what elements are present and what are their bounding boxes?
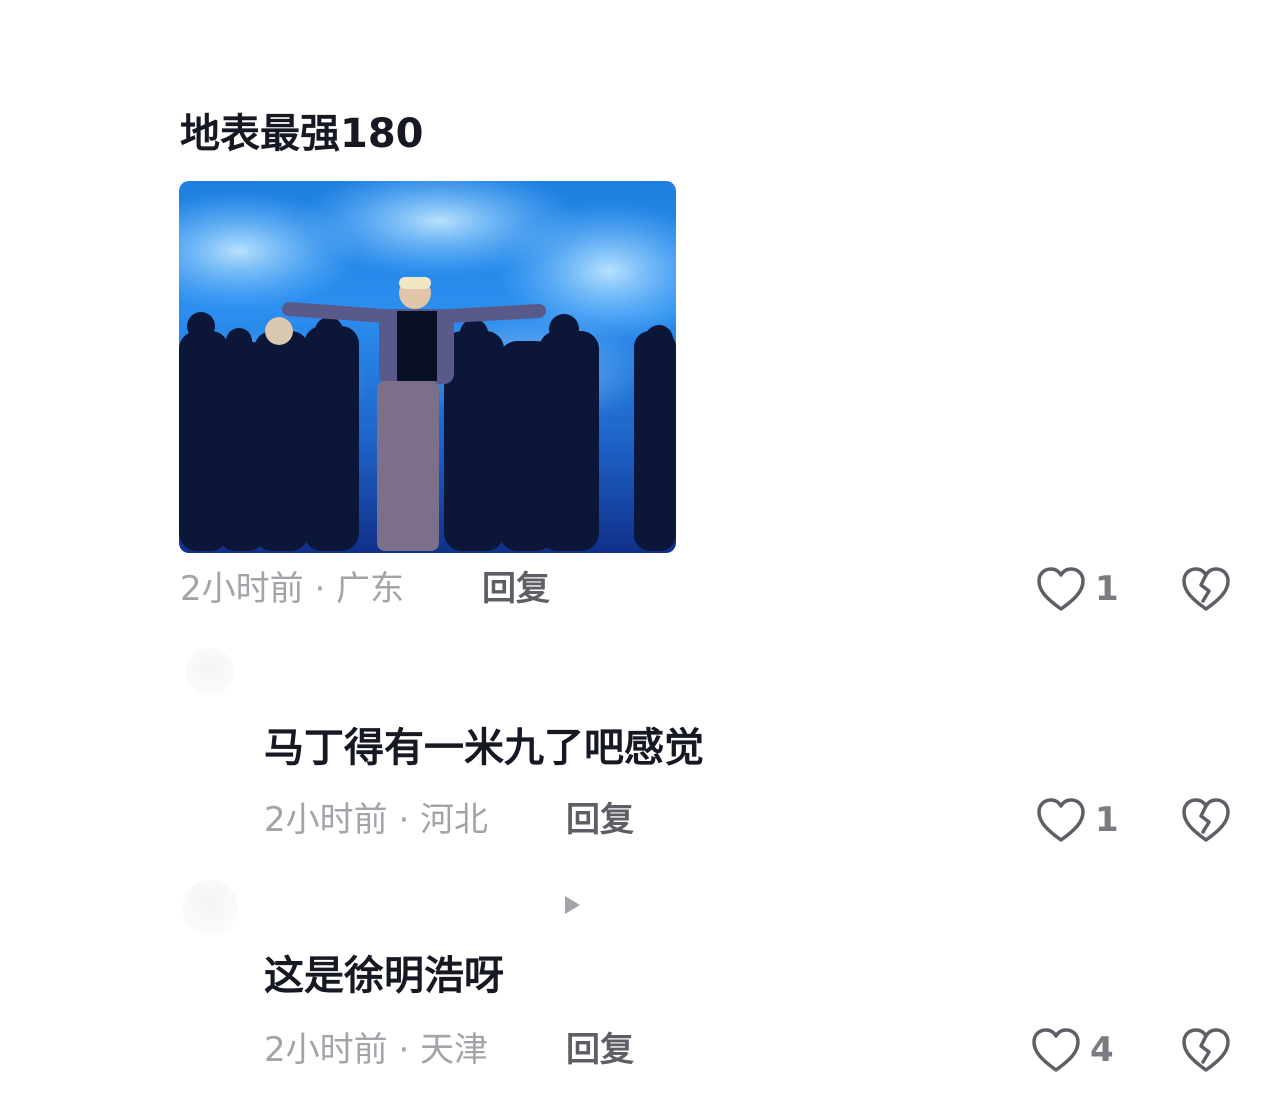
broken-heart-icon: [1182, 567, 1230, 611]
reply-text: 这是徐明浩呀: [264, 953, 504, 999]
like-button[interactable]: 4: [1030, 1026, 1114, 1074]
comment-meta: 2小时前 · 广东: [180, 569, 405, 609]
like-count: 1: [1095, 800, 1119, 840]
broken-heart-icon: [1182, 1028, 1230, 1072]
dislike-button[interactable]: [1180, 565, 1232, 617]
like-count: 1: [1095, 569, 1119, 609]
heart-outline-icon: [1032, 1028, 1080, 1072]
dislike-button[interactable]: [1180, 1026, 1232, 1078]
comment-text: 地表最强180: [180, 111, 424, 157]
like-count: 4: [1090, 1030, 1114, 1070]
like-button[interactable]: 1: [1035, 565, 1119, 613]
play-triangle-icon[interactable]: [560, 893, 584, 921]
avatar[interactable]: [186, 648, 234, 696]
stage-photo-illustration: [179, 181, 676, 551]
like-button[interactable]: 1: [1035, 796, 1119, 844]
dislike-button[interactable]: [1180, 796, 1232, 848]
comment-meta: 2小时前 · 天津: [264, 1030, 489, 1070]
reply-button[interactable]: 回复: [566, 1028, 634, 1072]
broken-heart-icon: [1182, 798, 1230, 842]
heart-outline-icon: [1037, 798, 1085, 842]
comment-image[interactable]: [179, 181, 676, 553]
comment-meta: 2小时前 · 河北: [264, 800, 489, 840]
avatar[interactable]: [182, 880, 238, 936]
heart-outline-icon: [1037, 567, 1085, 611]
reply-button[interactable]: 回复: [566, 798, 634, 842]
reply-text: 马丁得有一米九了吧感觉: [264, 725, 704, 771]
reply-button[interactable]: 回复: [482, 567, 550, 611]
